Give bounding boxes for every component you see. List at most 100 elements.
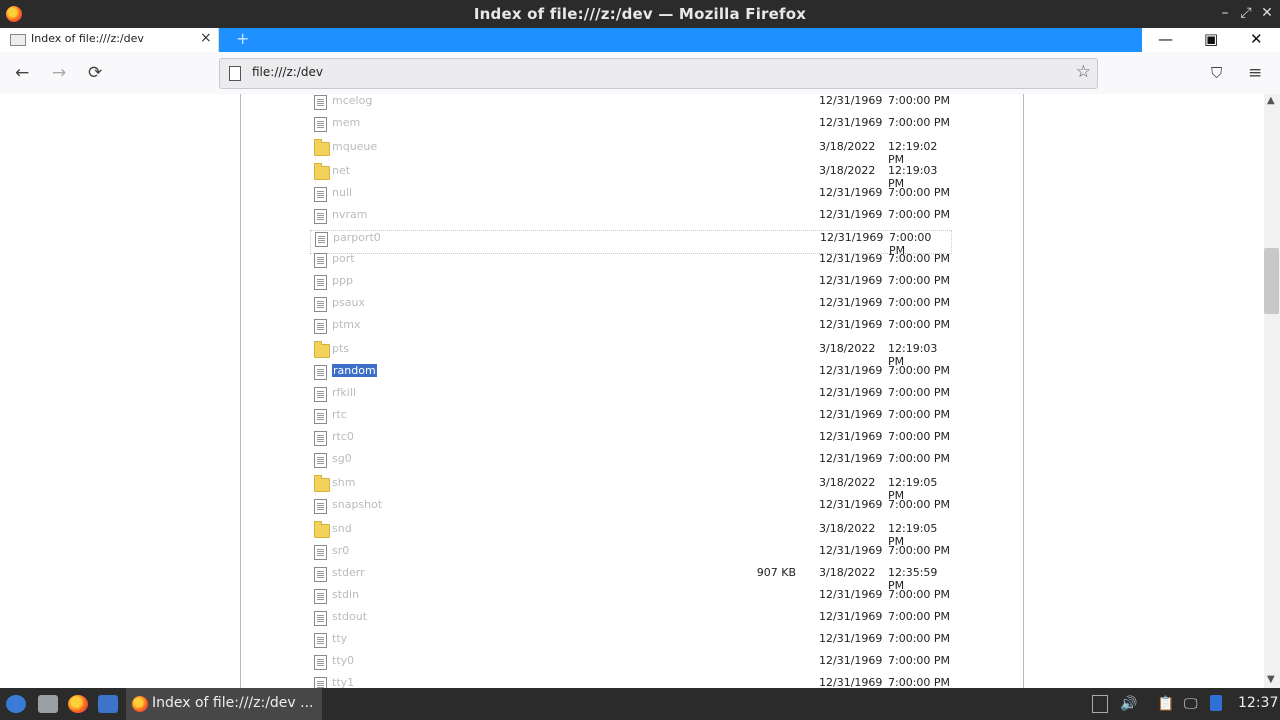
notification-icon[interactable] [1210, 695, 1222, 711]
file-name-link[interactable]: rtc0 [332, 430, 354, 443]
clipboard-icon[interactable]: 📋 [1157, 696, 1174, 712]
page-icon [10, 34, 26, 46]
table-row[interactable]: sg0 12/31/1969 7:00:00 PM [310, 452, 952, 474]
display-icon[interactable]: 🖵 [1184, 696, 1198, 712]
table-row[interactable]: null 12/31/1969 7:00:00 PM [310, 186, 952, 208]
file-name-link[interactable]: random [332, 364, 377, 377]
url-text[interactable]: file:///z:/dev [252, 65, 323, 79]
file-name-link[interactable]: null [332, 186, 352, 199]
file-time: 7:00:00 PM [888, 588, 951, 601]
file-date: 3/18/2022 [819, 342, 876, 355]
file-name-link[interactable]: shm [332, 476, 355, 489]
desktop-icon[interactable] [98, 695, 118, 713]
close-window-icon[interactable]: ✕ [1250, 30, 1263, 48]
table-row[interactable]: snapshot 12/31/1969 7:00:00 PM [310, 498, 952, 520]
file-name-link[interactable]: tty1 [332, 676, 354, 688]
start-menu-icon[interactable] [6, 695, 26, 713]
file-icon [314, 453, 327, 468]
table-row[interactable]: random 12/31/1969 7:00:00 PM [310, 364, 952, 386]
file-name-link[interactable]: ptmx [332, 318, 361, 331]
table-row[interactable]: snd 3/18/2022 12:19:05 PM [310, 521, 952, 548]
file-date: 3/18/2022 [819, 476, 876, 489]
file-icon [314, 297, 327, 312]
taskbar-item-label: Index of file:///z:/dev ... [152, 695, 314, 711]
table-row[interactable]: rfkill 12/31/1969 7:00:00 PM [310, 386, 952, 408]
file-name-link[interactable]: stdin [332, 588, 359, 601]
file-name-link[interactable]: tty0 [332, 654, 354, 667]
file-name-link[interactable]: ppp [332, 274, 353, 287]
file-name-link[interactable]: psaux [332, 296, 365, 309]
file-name-link[interactable]: sg0 [332, 452, 352, 465]
file-name-link[interactable]: rfkill [332, 386, 356, 399]
file-name-link[interactable]: mcelog [332, 94, 372, 107]
table-row[interactable]: stdout 12/31/1969 7:00:00 PM [310, 610, 952, 632]
new-tab-icon[interactable]: + [236, 29, 249, 48]
minimize-icon[interactable]: – [1216, 4, 1234, 22]
table-row[interactable]: psaux 12/31/1969 7:00:00 PM [310, 296, 952, 318]
file-date: 12/31/1969 [819, 430, 883, 443]
table-row[interactable]: port 12/31/1969 7:00:00 PM [310, 252, 952, 274]
file-name-link[interactable]: snd [332, 522, 352, 535]
forward-icon[interactable]: → [52, 63, 66, 83]
file-name-link[interactable]: pts [332, 342, 349, 355]
back-icon[interactable]: ← [15, 63, 29, 83]
title-bar: Index of file:///z:/dev — Mozilla Firefo… [0, 0, 1280, 28]
table-row[interactable]: mcelog 12/31/1969 7:00:00 PM [310, 94, 952, 116]
firefox-launcher-icon[interactable] [68, 695, 88, 713]
tab-close-icon[interactable]: × [200, 30, 212, 46]
removable-media-icon[interactable] [1092, 695, 1108, 713]
table-row[interactable]: tty 12/31/1969 7:00:00 PM [310, 632, 952, 654]
file-name-link[interactable]: stdout [332, 610, 367, 623]
table-row[interactable]: tty1 12/31/1969 7:00:00 PM [310, 676, 952, 688]
file-name-link[interactable]: port [332, 252, 355, 265]
file-name-link[interactable]: stderr [332, 566, 365, 579]
file-name-link[interactable]: parport0 [333, 231, 381, 244]
file-name-link[interactable]: rtc [332, 408, 347, 421]
file-name-link[interactable]: net [332, 164, 350, 177]
table-row[interactable]: sr0 12/31/1969 7:00:00 PM [310, 544, 952, 566]
file-name-link[interactable]: tty [332, 632, 347, 645]
file-name-link[interactable]: mqueue [332, 140, 377, 153]
vertical-scrollbar[interactable]: ▲ ▼ [1264, 94, 1280, 688]
restore-icon[interactable]: ⤢ [1237, 4, 1255, 22]
table-row[interactable]: parport0 12/31/1969 7:00:00 PM [310, 230, 952, 257]
table-row[interactable]: rtc0 12/31/1969 7:00:00 PM [310, 430, 952, 452]
table-row[interactable]: tty0 12/31/1969 7:00:00 PM [310, 654, 952, 676]
tab-label: Index of file:///z:/dev [31, 32, 144, 45]
table-row[interactable]: stderr 907 KB 3/18/2022 12:35:59 PM [310, 566, 952, 592]
file-name-link[interactable]: nvram [332, 208, 367, 221]
tab-index-dev[interactable]: Index of file:///z:/dev × [0, 28, 219, 52]
file-icon [314, 589, 327, 604]
table-row[interactable]: ppp 12/31/1969 7:00:00 PM [310, 274, 952, 296]
address-bar[interactable]: file:///z:/dev ☆ [219, 58, 1098, 89]
scrollbar-thumb[interactable] [1264, 248, 1279, 314]
scroll-down-icon[interactable]: ▼ [1267, 674, 1275, 685]
table-row[interactable]: mqueue 3/18/2022 12:19:02 PM [310, 139, 952, 166]
minimize-icon[interactable]: — [1158, 30, 1173, 48]
file-icon [314, 275, 327, 290]
taskbar-item-firefox[interactable]: Index of file:///z:/dev ... [126, 688, 322, 720]
pocket-icon[interactable]: ⛉ [1211, 64, 1222, 82]
table-row[interactable]: ptmx 12/31/1969 7:00:00 PM [310, 318, 952, 340]
scroll-up-icon[interactable]: ▲ [1267, 95, 1275, 106]
reload-icon[interactable]: ⟳ [88, 63, 102, 83]
window-title: Index of file:///z:/dev — Mozilla Firefo… [473, 5, 807, 23]
table-row[interactable]: stdin 12/31/1969 7:00:00 PM [310, 588, 952, 610]
table-row[interactable]: net 3/18/2022 12:19:03 PM [310, 163, 952, 190]
maximize-icon[interactable]: ▣ [1204, 30, 1218, 48]
bookmark-star-icon[interactable]: ☆ [1076, 62, 1091, 82]
table-row[interactable]: nvram 12/31/1969 7:00:00 PM [310, 208, 952, 230]
table-row[interactable]: shm 3/18/2022 12:19:05 PM [310, 475, 952, 502]
file-time: 7:00:00 PM [888, 498, 951, 511]
file-manager-icon[interactable] [38, 695, 58, 713]
menu-icon[interactable]: ≡ [1248, 63, 1262, 83]
table-row[interactable]: mem 12/31/1969 7:00:00 PM [310, 116, 952, 138]
close-icon[interactable]: ✕ [1258, 4, 1276, 22]
file-name-link[interactable]: snapshot [332, 498, 382, 511]
file-name-link[interactable]: mem [332, 116, 360, 129]
file-name-link[interactable]: sr0 [332, 544, 349, 557]
file-time: 7:00:00 PM [888, 252, 951, 265]
volume-icon[interactable]: 🔊 [1120, 696, 1137, 712]
table-row[interactable]: pts 3/18/2022 12:19:03 PM [310, 341, 952, 368]
table-row[interactable]: rtc 12/31/1969 7:00:00 PM [310, 408, 952, 430]
